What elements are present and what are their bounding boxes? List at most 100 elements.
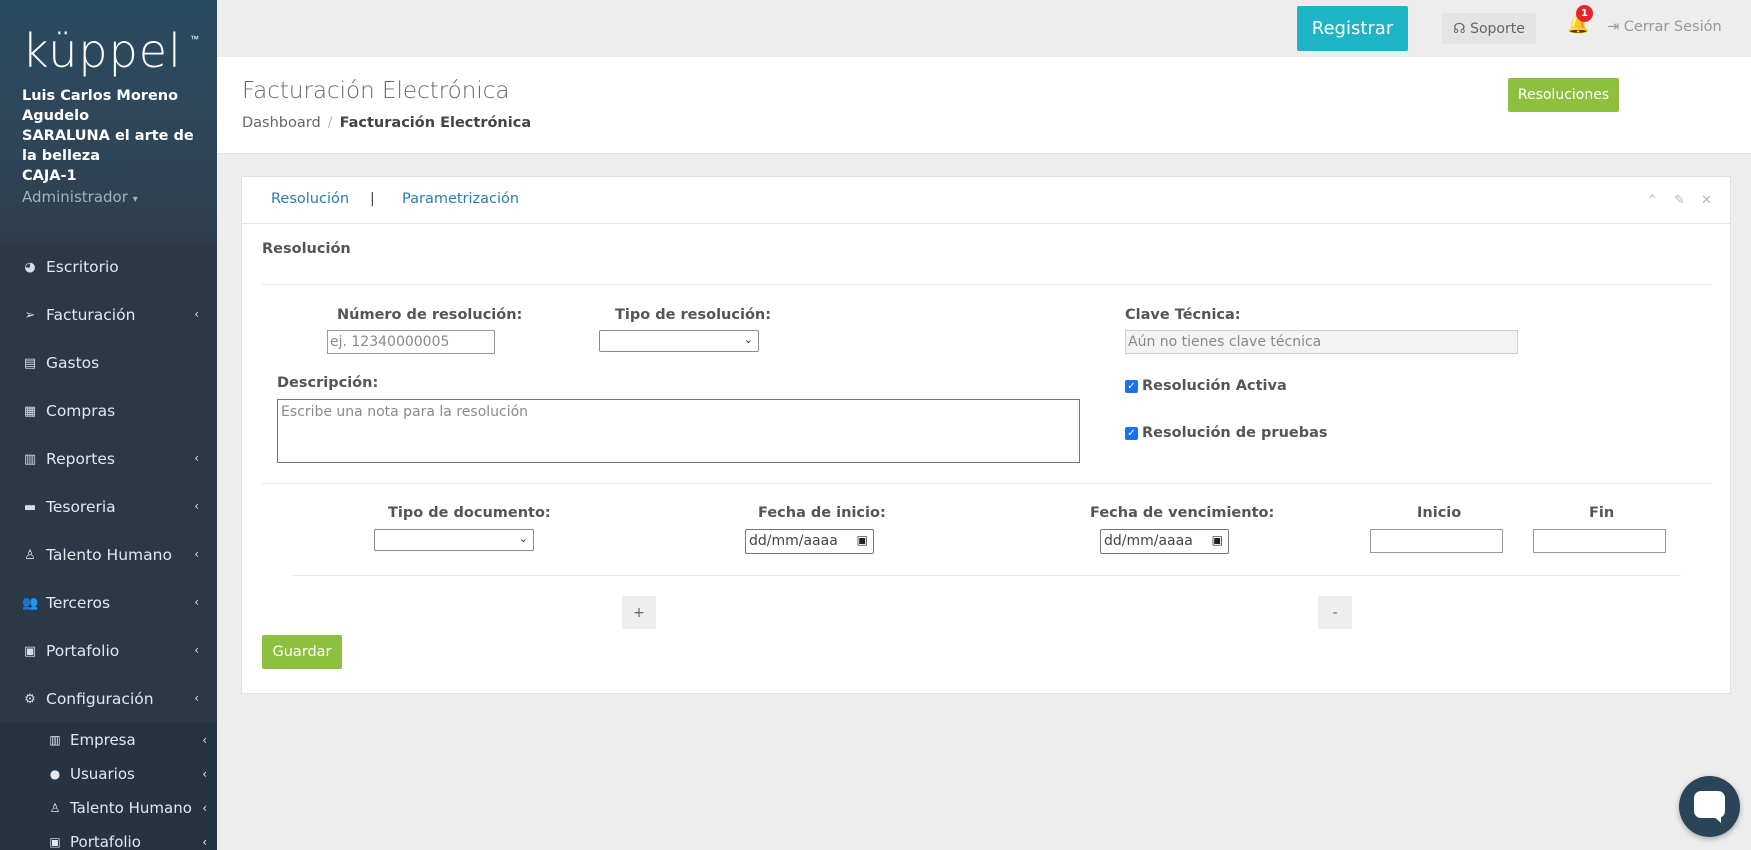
sidebar-subitem-label: Usuarios bbox=[70, 765, 135, 783]
logout-link[interactable]: ⇥ Cerrar Sesión bbox=[1607, 19, 1722, 35]
add-row-button[interactable]: + bbox=[622, 596, 656, 629]
fecha-inicio-input[interactable]: dd/mm/aaaa ▣ bbox=[745, 529, 874, 554]
person-icon: ♙ bbox=[24, 547, 36, 563]
sidebar-subitem-talento-humano[interactable]: ♙ Talento Humano ‹ bbox=[0, 791, 217, 825]
profile-card: küppel ™ Luis Carlos Moreno Agudelo SARA… bbox=[0, 0, 217, 243]
save-button[interactable]: Guardar bbox=[262, 635, 342, 669]
register-button[interactable]: Registrar bbox=[1297, 6, 1408, 51]
tab-separator: | bbox=[370, 191, 375, 207]
section-title: Resolución bbox=[262, 241, 351, 257]
sidebar-subitem-usuarios[interactable]: ● Usuarios ‹ bbox=[0, 757, 217, 791]
logo-text: küppel bbox=[22, 24, 182, 78]
tab-parametrizacion[interactable]: Parametrización bbox=[402, 191, 519, 207]
sidebar-item-label: Gastos bbox=[46, 354, 100, 372]
sidebar-item-label: Tesoreria bbox=[46, 498, 116, 516]
chevron-left-icon: ‹ bbox=[202, 835, 207, 849]
fin-label: Fin bbox=[1589, 505, 1615, 521]
kuppel-logo[interactable]: küppel ™ bbox=[22, 28, 199, 86]
dashboard-icon: ◕ bbox=[24, 259, 36, 275]
register-name: CAJA-1 bbox=[22, 168, 77, 184]
gear-icon: ⚙ bbox=[24, 691, 36, 707]
sidebar-item-label: Portafolio bbox=[46, 642, 120, 660]
select-arrow-icon: ⌄ bbox=[518, 532, 528, 545]
bar-chart-icon: ▥ bbox=[23, 451, 37, 467]
resolucion-pruebas-label: Resolución de pruebas bbox=[1142, 425, 1328, 441]
breadcrumb-home[interactable]: Dashboard bbox=[242, 115, 321, 131]
user-name-line1: Luis Carlos Moreno bbox=[22, 88, 179, 104]
panel-tabs: Resolución | Parametrización ⌃ ✎ ✕ bbox=[242, 177, 1730, 224]
sidebar-item-reportes[interactable]: ▥ Reportes ‹ bbox=[0, 435, 217, 483]
caret-down-icon: ▾ bbox=[132, 194, 138, 205]
descripcion-textarea[interactable] bbox=[277, 399, 1080, 463]
numero-resolucion-input[interactable] bbox=[327, 330, 495, 354]
numero-resolucion-label: Número de resolución: bbox=[337, 307, 523, 323]
fecha-vencimiento-label: Fecha de vencimiento: bbox=[1090, 505, 1275, 521]
notification-badge: 1 bbox=[1576, 5, 1593, 22]
fecha-vencimiento-input[interactable]: dd/mm/aaaa ▣ bbox=[1100, 529, 1229, 554]
page-title: Facturación Electrónica bbox=[242, 78, 510, 104]
sidebar-item-label: Terceros bbox=[46, 594, 111, 612]
sidebar: küppel ™ Luis Carlos Moreno Agudelo SARA… bbox=[0, 0, 217, 850]
chevron-left-icon: ‹ bbox=[194, 643, 199, 657]
sidebar-item-configuracion[interactable]: ⚙ Configuración ‹ bbox=[0, 675, 217, 723]
panel-tools-icons[interactable]: ⌃ ✎ ✕ bbox=[1647, 193, 1718, 208]
top-bar: Registrar ☊ Soporte 🔔 1 ⇥ Cerrar Sesión bbox=[217, 0, 1751, 57]
sidebar-subitem-portafolio[interactable]: ▣ Portafolio ‹ bbox=[0, 825, 217, 850]
role-dropdown[interactable]: Administrador ▾ bbox=[22, 186, 195, 211]
sidebar-item-talento-humano[interactable]: ♙ Talento Humano ‹ bbox=[0, 531, 217, 579]
resolution-panel: Resolución | Parametrización ⌃ ✎ ✕ Resol… bbox=[241, 176, 1731, 694]
sidebar-item-gastos[interactable]: ▤ Gastos bbox=[0, 339, 217, 387]
support-button[interactable]: ☊ Soporte bbox=[1442, 13, 1536, 44]
user-icon: ● bbox=[49, 767, 61, 781]
sidebar-subitem-empresa[interactable]: ▥ Empresa ‹ bbox=[0, 723, 217, 757]
chat-widget-button[interactable] bbox=[1679, 776, 1740, 837]
page-header: Facturación Electrónica Dashboard / Factur… bbox=[217, 57, 1751, 154]
sidebar-item-escritorio[interactable]: ◕ Escritorio bbox=[0, 243, 217, 291]
resolucion-pruebas-checkbox[interactable]: ✓ bbox=[1125, 427, 1138, 440]
chat-bubble-tail bbox=[1711, 814, 1721, 823]
sidebar-item-terceros[interactable]: 👥 Terceros ‹ bbox=[0, 579, 217, 627]
remove-row-button[interactable]: - bbox=[1318, 596, 1352, 629]
divider bbox=[262, 284, 1711, 285]
company-name-line1: SARALUNA el arte de bbox=[22, 128, 194, 144]
paper-plane-icon: ➢ bbox=[24, 307, 36, 323]
boxes-icon: ▦ bbox=[23, 403, 37, 419]
users-icon: 👥 bbox=[22, 595, 39, 611]
resolucion-activa-checkbox[interactable]: ✓ bbox=[1125, 380, 1138, 393]
headset-icon: ☊ bbox=[1453, 20, 1466, 37]
calendar-icon: ▣ bbox=[856, 533, 868, 547]
chevron-left-icon: ‹ bbox=[194, 451, 199, 465]
person-icon: ♙ bbox=[49, 801, 61, 815]
sidebar-item-facturacion[interactable]: ➢ Facturación ‹ bbox=[0, 291, 217, 339]
descripcion-label: Descripción: bbox=[277, 375, 379, 391]
wallet-icon: ▬ bbox=[23, 499, 37, 515]
date-placeholder: dd/mm/aaaa bbox=[749, 533, 838, 549]
briefcase-icon: ▣ bbox=[49, 835, 61, 849]
fecha-inicio-label: Fecha de inicio: bbox=[758, 505, 886, 521]
sidebar-subitem-label: Portafolio bbox=[70, 833, 141, 850]
tab-resolucion[interactable]: Resolución bbox=[271, 191, 349, 207]
logout-label: Cerrar Sesión bbox=[1623, 19, 1722, 35]
tipo-resolucion-select[interactable]: ⌄ bbox=[599, 330, 759, 352]
breadcrumb-separator: / bbox=[327, 115, 333, 131]
role-label: Administrador bbox=[22, 188, 128, 206]
date-placeholder: dd/mm/aaaa bbox=[1104, 533, 1193, 549]
sign-out-icon: ⇥ bbox=[1607, 19, 1620, 35]
tipo-documento-select[interactable]: ⌄ bbox=[374, 529, 534, 551]
tipo-documento-label: Tipo de documento: bbox=[388, 505, 551, 521]
resoluciones-button[interactable]: Resoluciones bbox=[1508, 78, 1619, 112]
inicio-label: Inicio bbox=[1417, 505, 1462, 521]
inicio-input[interactable] bbox=[1370, 529, 1503, 553]
sidebar-item-compras[interactable]: ▦ Compras bbox=[0, 387, 217, 435]
file-icon: ▤ bbox=[23, 355, 37, 371]
sidebar-subitem-label: Talento Humano bbox=[70, 799, 192, 817]
sidebar-item-tesoreria[interactable]: ▬ Tesoreria ‹ bbox=[0, 483, 217, 531]
fin-input[interactable] bbox=[1533, 529, 1666, 553]
sidebar-item-label: Talento Humano bbox=[46, 546, 172, 564]
clave-tecnica-label: Clave Técnica: bbox=[1125, 307, 1241, 323]
calendar-icon: ▣ bbox=[1211, 533, 1223, 547]
chevron-left-icon: ‹ bbox=[202, 733, 207, 747]
sidebar-item-label: Compras bbox=[46, 402, 116, 420]
sidebar-item-portafolio[interactable]: ▣ Portafolio ‹ bbox=[0, 627, 217, 675]
chevron-left-icon: ‹ bbox=[202, 767, 207, 781]
